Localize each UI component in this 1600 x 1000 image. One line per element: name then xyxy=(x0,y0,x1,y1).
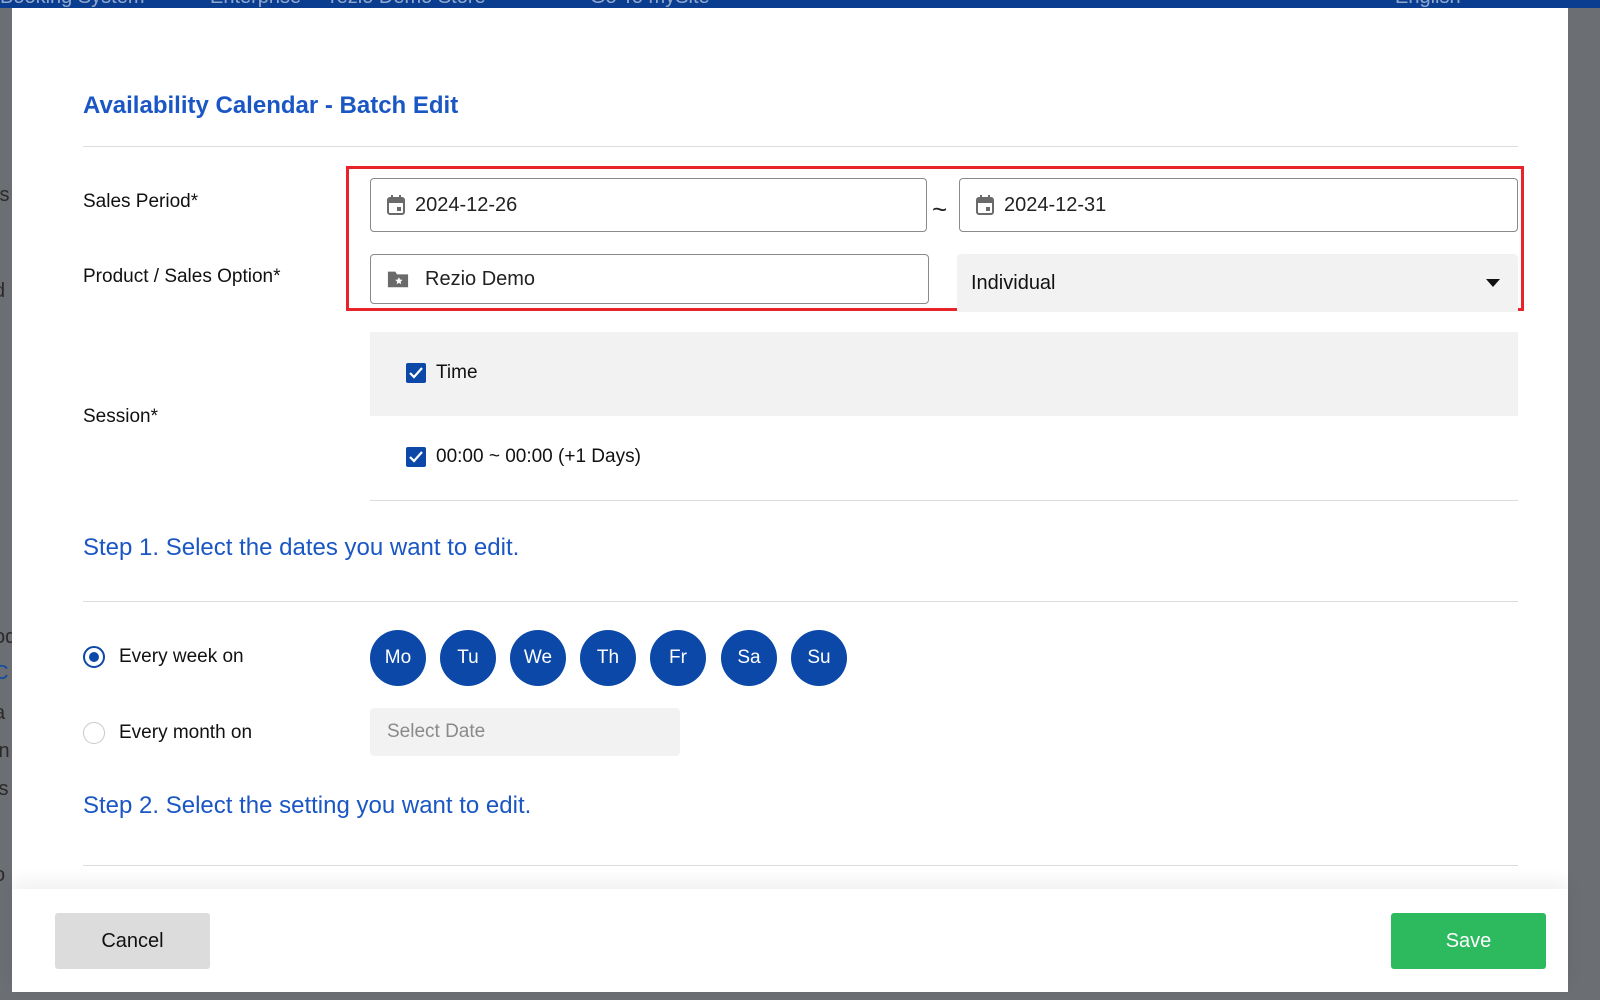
title-divider xyxy=(83,146,1518,147)
calendar-icon xyxy=(385,194,407,216)
day-button-mo[interactable]: Mo xyxy=(370,630,426,686)
end-date-input[interactable]: 2024-12-31 xyxy=(959,178,1518,232)
cancel-button[interactable]: Cancel xyxy=(55,913,210,969)
step2-divider xyxy=(83,865,1518,866)
session-slot-option[interactable]: 00:00 ~ 00:00 (+1 Days) xyxy=(406,446,641,468)
day-button-sa[interactable]: Sa xyxy=(721,630,777,686)
session-divider xyxy=(370,500,1518,501)
radio-unselected-icon[interactable] xyxy=(83,722,105,744)
backdrop-fragment: in xyxy=(0,740,10,762)
day-button-th[interactable]: Th xyxy=(580,630,636,686)
sales-option-value: Individual xyxy=(971,271,1056,294)
backdrop-bottom-edge xyxy=(0,992,1600,1000)
month-date-placeholder: Select Date xyxy=(387,721,486,742)
backdrop-fragment: od xyxy=(0,626,12,648)
sales-period-label: Sales Period* xyxy=(83,191,199,212)
session-label: Session* xyxy=(83,406,158,427)
every-month-label: Every month on xyxy=(119,722,253,743)
backdrop-fragment: ts xyxy=(0,184,10,206)
day-button-fr[interactable]: Fr xyxy=(650,630,706,686)
product-value: Rezio Demo xyxy=(425,267,536,290)
backdrop-left-edge: ts d od C a in is o xyxy=(0,8,12,1000)
backdrop-fragment: d xyxy=(0,280,5,303)
sales-option-select[interactable]: Individual xyxy=(957,254,1518,312)
save-button[interactable]: Save xyxy=(1391,913,1546,969)
backdrop-language: English xyxy=(1395,0,1461,8)
radio-selected-icon[interactable] xyxy=(83,646,105,668)
start-date-input[interactable]: 2024-12-26 xyxy=(370,178,927,232)
batch-edit-modal: Availability Calendar - Batch Edit Sales… xyxy=(12,8,1568,992)
every-month-option[interactable]: Every month on xyxy=(83,722,252,744)
backdrop-plan-badge: Enterprise xyxy=(210,0,301,8)
day-button-su[interactable]: Su xyxy=(791,630,847,686)
end-date-value: 2024-12-31 xyxy=(1004,193,1107,216)
backdrop-fragment: C xyxy=(0,662,9,684)
month-date-select[interactable]: Select Date xyxy=(370,708,680,756)
step1-title: Step 1. Select the dates you want to edi… xyxy=(83,534,520,561)
every-week-label: Every week on xyxy=(119,646,244,667)
backdrop-app-name: Booking System xyxy=(0,0,145,8)
day-button-tu[interactable]: Tu xyxy=(440,630,496,686)
start-date-value: 2024-12-26 xyxy=(415,193,518,216)
session-type-panel xyxy=(370,332,1518,416)
backdrop-fragment: is xyxy=(0,778,9,800)
session-time-label: Time xyxy=(436,362,478,383)
day-button-we[interactable]: We xyxy=(510,630,566,686)
backdrop-store-name: rezio Demo Store xyxy=(330,0,486,8)
backdrop-mysite-link: Go To mySite xyxy=(590,0,710,8)
session-time-option[interactable]: Time xyxy=(406,362,478,384)
backdrop-fragment: o xyxy=(0,864,5,887)
backdrop-right-edge xyxy=(1568,8,1600,1000)
modal-title: Availability Calendar - Batch Edit xyxy=(83,92,459,119)
date-range-separator: ~ xyxy=(932,194,948,224)
session-slot-label: 00:00 ~ 00:00 (+1 Days) xyxy=(436,446,641,467)
product-input[interactable]: Rezio Demo xyxy=(370,254,929,304)
folder-star-icon xyxy=(387,268,409,290)
checkbox-checked-icon[interactable] xyxy=(406,447,426,467)
checkbox-checked-icon[interactable] xyxy=(406,363,426,383)
step2-title: Step 2. Select the setting you want to e… xyxy=(83,792,532,819)
chevron-down-icon xyxy=(1486,279,1500,287)
step1-divider xyxy=(83,601,1518,602)
backdrop-fragment: a xyxy=(0,702,5,725)
backdrop-topbar: Booking System Enterprise rezio Demo Sto… xyxy=(0,0,1600,8)
product-sales-option-label: Product / Sales Option* xyxy=(83,266,281,287)
every-week-option[interactable]: Every week on xyxy=(83,646,244,668)
modal-footer: Cancel Save xyxy=(12,889,1568,992)
calendar-icon xyxy=(974,194,996,216)
